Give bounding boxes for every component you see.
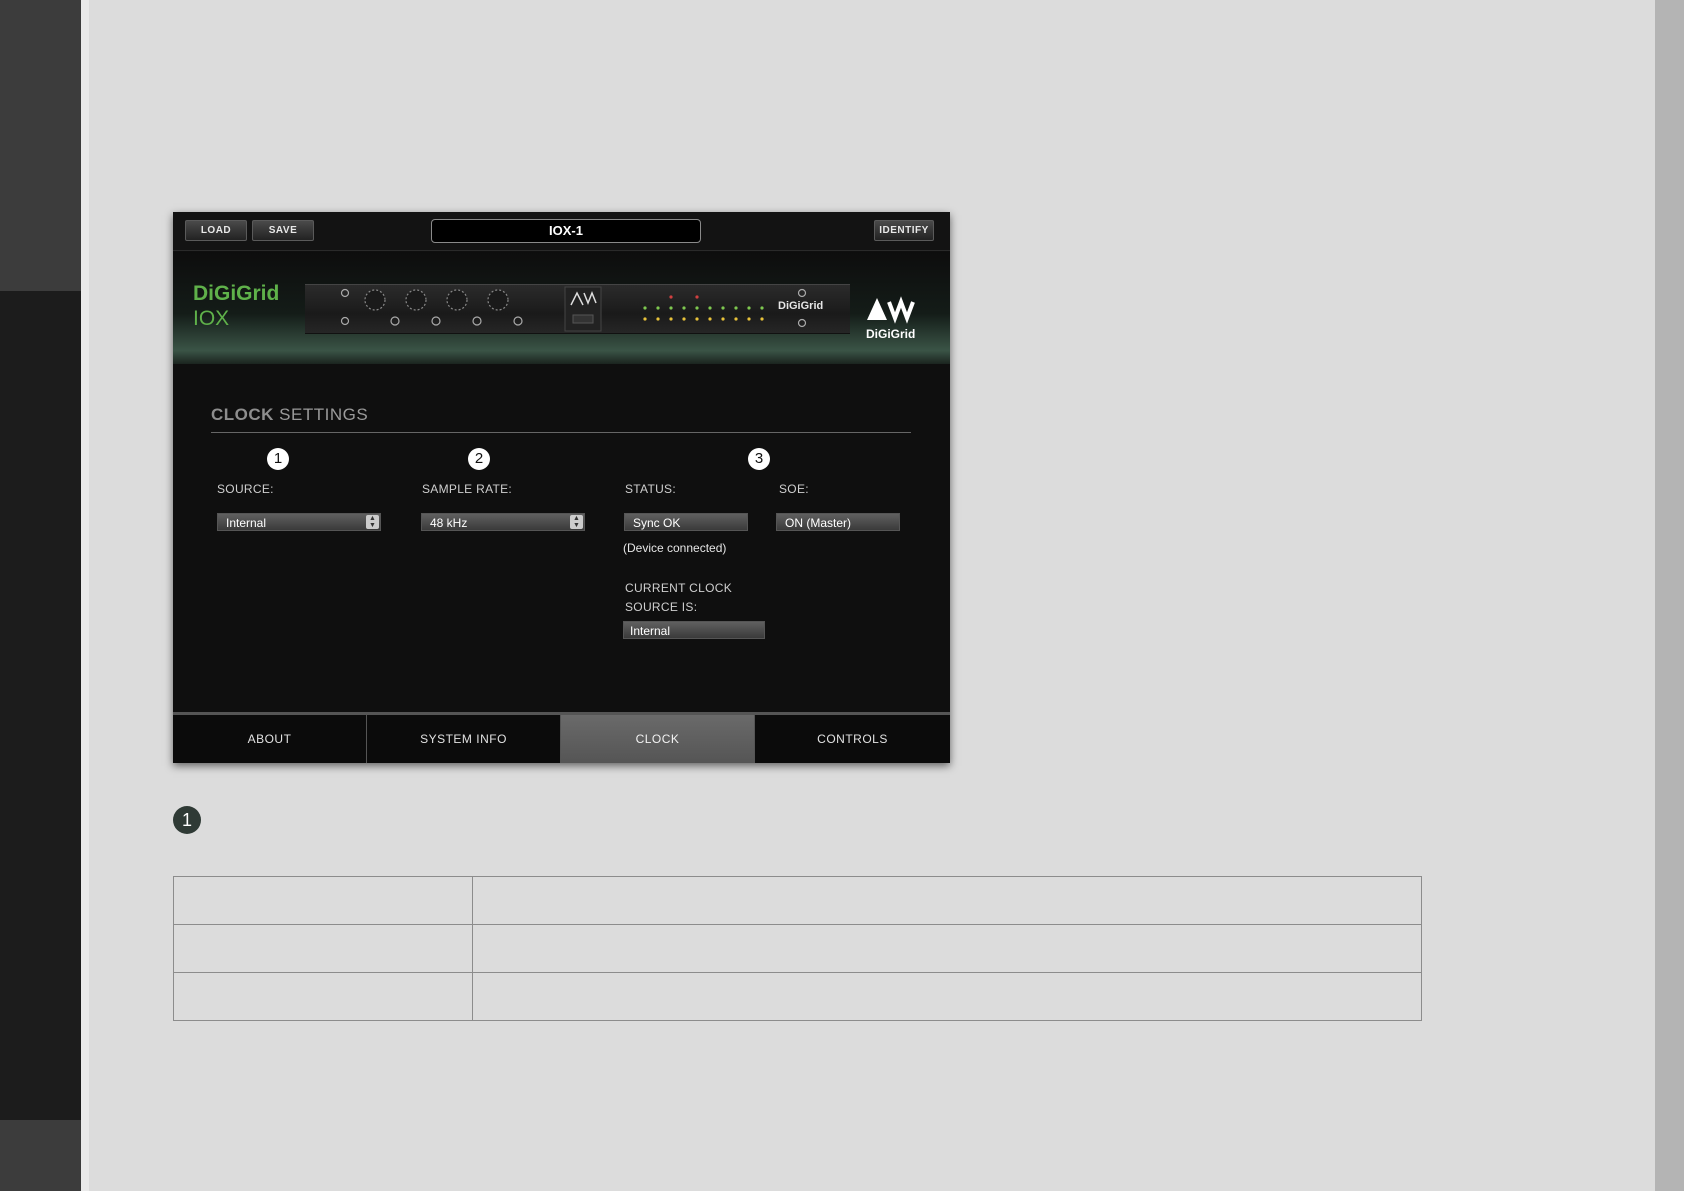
- device-panel-graphic: [340, 286, 807, 332]
- callout-badge-1: 1: [267, 448, 289, 470]
- source-label: SOURCE:: [217, 482, 274, 496]
- source-value: Internal: [226, 516, 267, 530]
- status-label: STATUS:: [625, 482, 676, 496]
- left-strip-bottom-block: [0, 1120, 81, 1191]
- plugin-toolbar: LOAD SAVE IOX-1 IDENTIFY: [173, 212, 950, 251]
- status-field: Sync OK: [624, 513, 748, 531]
- plugin-window: LOAD SAVE IOX-1 IDENTIFY DiGiGrid IOX Di…: [173, 212, 950, 763]
- callout-badge-3: 3: [748, 448, 770, 470]
- sample-rate-select[interactable]: 48 kHz ▲ ▼: [421, 513, 585, 531]
- current-source-label-line2: SOURCE IS:: [625, 600, 698, 614]
- source-stepper-icon[interactable]: ▲ ▼: [366, 515, 379, 529]
- status-note: (Device connected): [623, 541, 727, 555]
- tab-clock[interactable]: CLOCK: [561, 715, 755, 763]
- tab-about[interactable]: ABOUT: [173, 715, 367, 763]
- table-row: [173, 924, 1422, 973]
- model-name: IOX: [193, 307, 230, 330]
- table-cell: [173, 924, 473, 973]
- identify-button[interactable]: IDENTIFY: [874, 220, 934, 241]
- section-divider: [211, 432, 911, 433]
- tab-controls[interactable]: CONTROLS: [755, 715, 950, 763]
- sample-rate-stepper-icon[interactable]: ▲ ▼: [570, 515, 583, 529]
- current-source-label-line1: CURRENT CLOCK: [625, 581, 733, 595]
- table-cell: [173, 972, 473, 1021]
- table-cell: [173, 876, 473, 925]
- clock-title-rest: SETTINGS: [273, 405, 369, 424]
- tab-system-info[interactable]: SYSTEM INFO: [367, 715, 561, 763]
- device-banner: DiGiGrid IOX DiGiGrid DiGiGrid: [173, 252, 950, 364]
- source-select[interactable]: Internal ▲ ▼: [217, 513, 381, 531]
- clock-title-bold: CLOCK: [211, 405, 274, 424]
- device-panel-logo-text: DiGiGrid: [778, 300, 824, 312]
- doc-table: [173, 876, 1422, 1021]
- left-gap: [81, 0, 89, 1191]
- brand-name: DiGiGrid: [193, 282, 280, 305]
- save-button[interactable]: SAVE: [252, 220, 314, 241]
- right-margin-strip: [1655, 0, 1684, 1191]
- current-source-field: Internal: [623, 621, 765, 639]
- soe-label: SOE:: [779, 482, 809, 496]
- table-row: [173, 972, 1422, 1021]
- table-cell: [472, 876, 1422, 925]
- callout-badge-2: 2: [468, 448, 490, 470]
- table-row: [173, 876, 1422, 925]
- table-cell: [472, 972, 1422, 1021]
- sample-rate-value: 48 kHz: [430, 516, 468, 530]
- left-margin-strip: [0, 0, 81, 1191]
- tab-bar: ABOUT SYSTEM INFO CLOCK CONTROLS: [173, 712, 950, 763]
- table-cell: [472, 924, 1422, 973]
- device-front-panel-image: DiGiGrid: [305, 284, 850, 334]
- soe-field: ON (Master): [776, 513, 900, 531]
- sample-rate-label: SAMPLE RATE:: [422, 482, 513, 496]
- device-name-field[interactable]: IOX-1: [431, 219, 701, 243]
- clock-settings-title: CLOCK SETTINGS: [211, 405, 368, 425]
- aw-logo-text: DiGiGrid: [866, 327, 916, 341]
- doc-callout-badge-1: 1: [173, 806, 201, 834]
- load-button[interactable]: LOAD: [185, 220, 247, 241]
- left-strip-top-block: [0, 0, 81, 291]
